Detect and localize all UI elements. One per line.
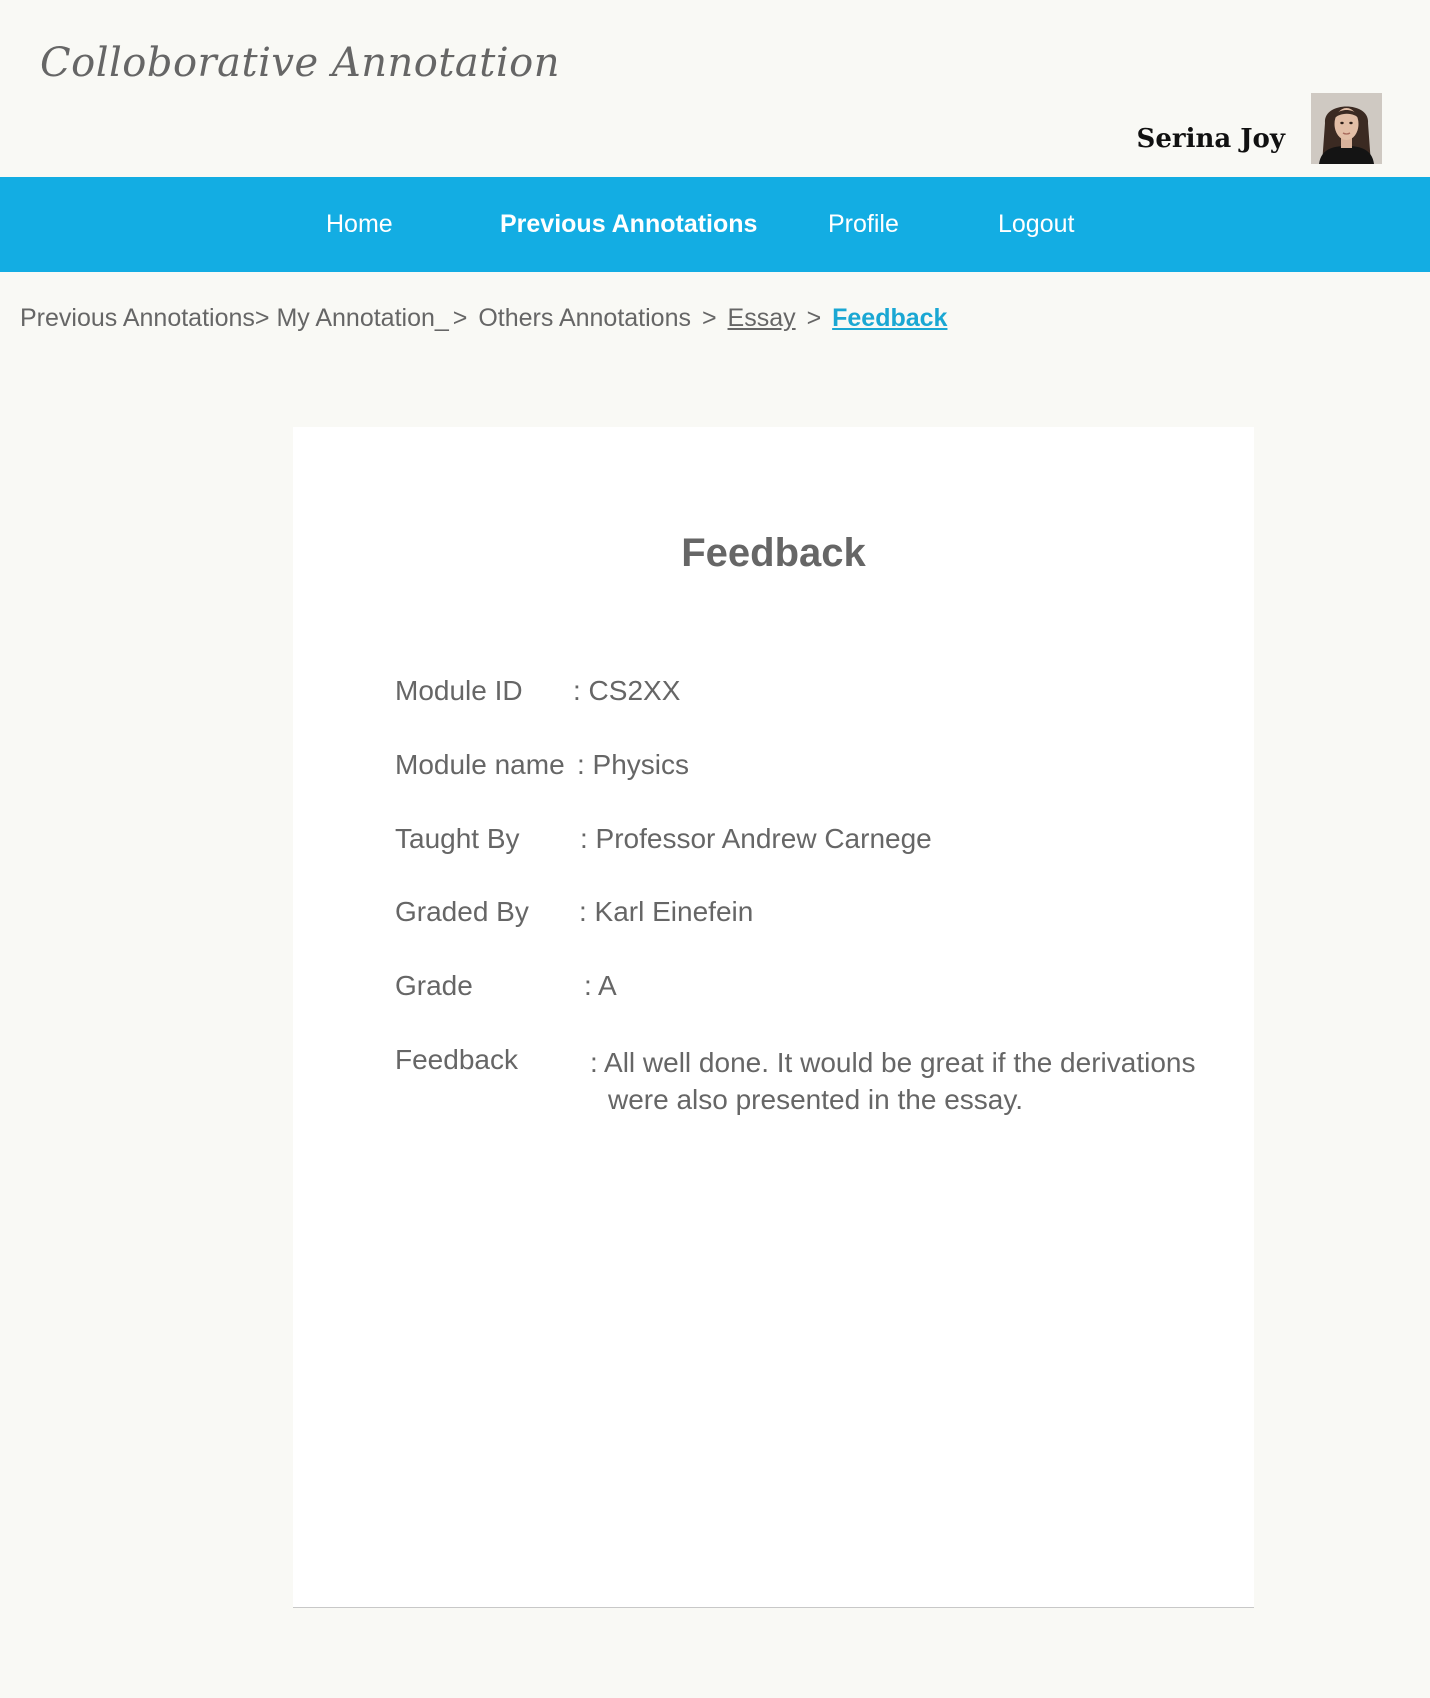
- main-nav: Home Previous Annotations Profile Logout: [0, 177, 1430, 272]
- feedback-card: Feedback Module ID : CS2XX Module name :…: [293, 427, 1254, 1608]
- user-name: Serina Joy: [1136, 124, 1285, 154]
- breadcrumb-separator: >: [701, 304, 717, 332]
- module-id-value: : CS2XX: [573, 675, 681, 706]
- nav-profile[interactable]: Profile: [828, 177, 899, 272]
- graded-by-label: Graded By: [395, 896, 529, 927]
- feedback-value: : All well done. It would be great if th…: [590, 1047, 1196, 1115]
- nav-home[interactable]: Home: [326, 177, 393, 272]
- breadcrumb-separator: >: [452, 304, 468, 332]
- avatar[interactable]: [1311, 93, 1382, 164]
- breadcrumb-others-annotations[interactable]: Others Annotations: [478, 304, 691, 332]
- graded-by-value: : Karl Einefein: [579, 896, 754, 927]
- breadcrumb-essay[interactable]: Essay: [728, 304, 796, 332]
- breadcrumb-previous-annotations[interactable]: Previous Annotations: [20, 304, 255, 332]
- module-id-label: Module ID: [395, 675, 523, 706]
- breadcrumb: Previous Annotations> My Annotation_ > Ot…: [20, 304, 947, 333]
- module-name-label: Module name: [395, 749, 565, 780]
- nav-previous-annotations[interactable]: Previous Annotations: [500, 177, 757, 272]
- feedback-label: Feedback: [395, 1044, 518, 1075]
- app-title: Colloborative Annotation: [40, 40, 560, 86]
- grade-label: Grade: [395, 970, 473, 1001]
- taught-by-label: Taught By: [395, 823, 520, 854]
- taught-by-value: : Professor Andrew Carnege: [580, 823, 932, 854]
- avatar-image: [1311, 93, 1382, 164]
- breadcrumb-separator: >: [806, 304, 822, 332]
- grade-value: : A: [584, 970, 617, 1001]
- nav-logout[interactable]: Logout: [998, 177, 1074, 272]
- breadcrumb-feedback[interactable]: Feedback: [832, 304, 947, 332]
- breadcrumb-separator: >: [254, 304, 270, 332]
- breadcrumb-my-annotation[interactable]: My Annotation_: [276, 304, 448, 332]
- module-name-value: : Physics: [577, 749, 690, 780]
- card-title: Feedback: [681, 531, 866, 575]
